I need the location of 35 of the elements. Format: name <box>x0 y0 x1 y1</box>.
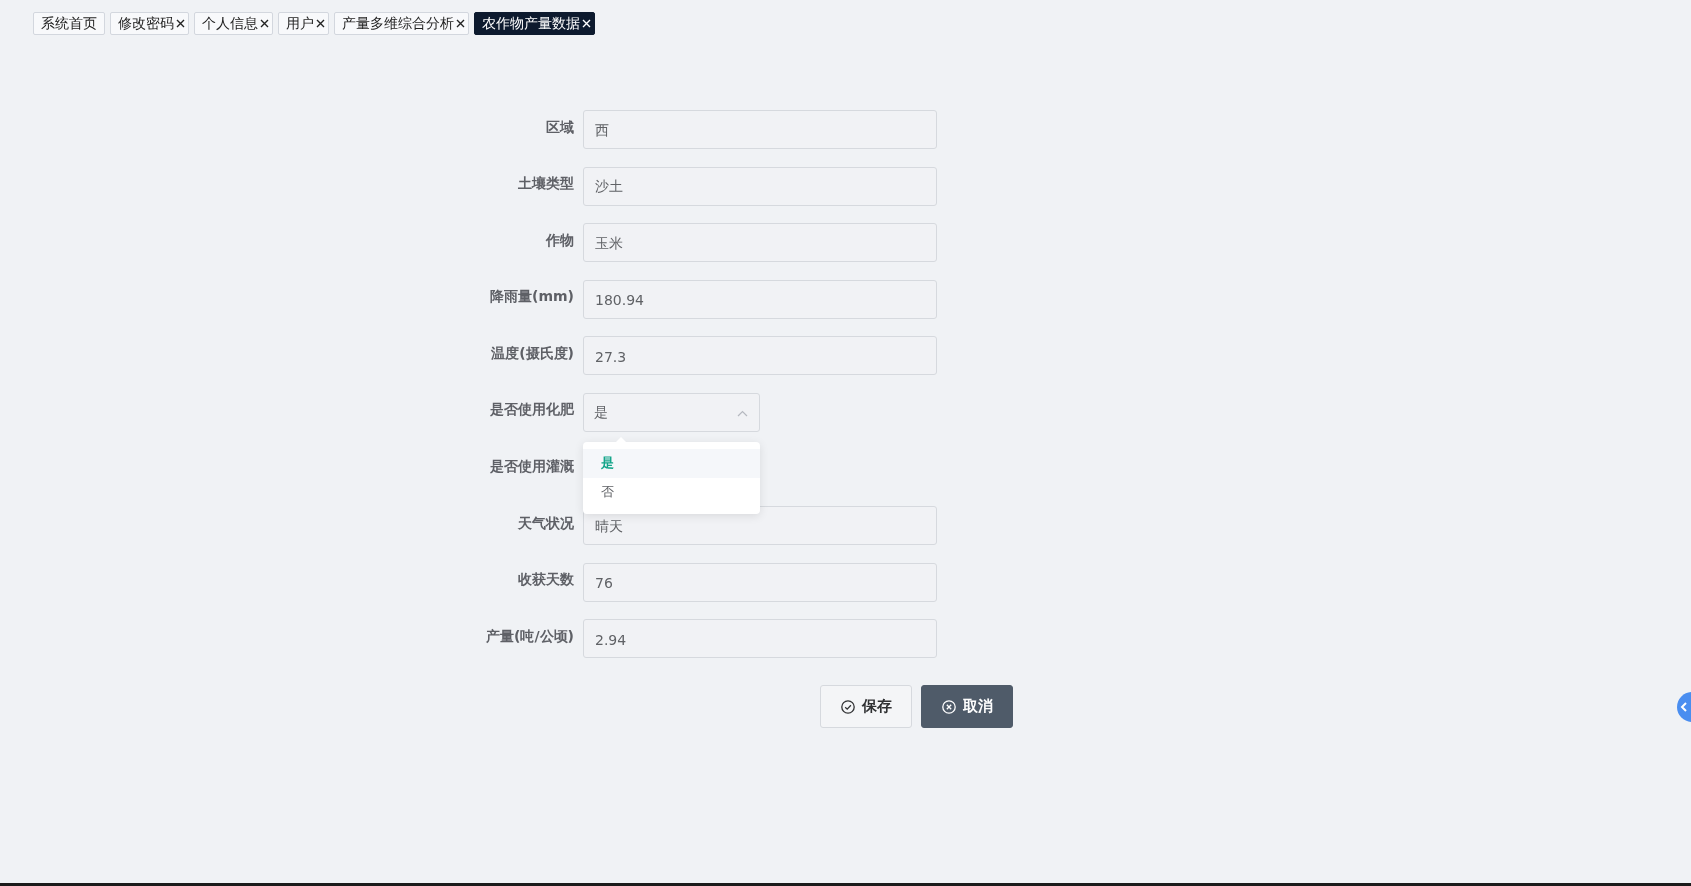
input-field[interactable]: 西 <box>583 110 937 149</box>
field-label: 收获天数 <box>518 571 574 590</box>
field-label: 土壤类型 <box>518 175 574 194</box>
input-field[interactable]: 27.3 <box>583 336 937 376</box>
input-field[interactable]: 76 <box>583 562 937 602</box>
close-icon[interactable] <box>316 19 325 28</box>
field-label: 温度(摄氏度) <box>491 344 574 363</box>
field-label: 天气状况 <box>518 514 574 533</box>
input-field[interactable]: 玉米 <box>583 223 937 263</box>
dropdown-option[interactable]: 否 <box>583 477 760 507</box>
input-field[interactable]: 180.94 <box>583 279 937 319</box>
nav-tab[interactable]: 产量多维综合分析 <box>334 12 469 35</box>
close-icon[interactable] <box>260 19 269 28</box>
close-icon[interactable] <box>456 19 465 28</box>
input-field[interactable]: 2.94 <box>583 619 937 659</box>
nav-tab[interactable]: 系统首页 <box>33 12 105 35</box>
nav-tab[interactable]: 修改密码 <box>110 12 189 35</box>
nav-tab[interactable]: 个人信息 <box>194 12 273 35</box>
nav-tab[interactable]: 用户 <box>278 12 329 35</box>
input-field[interactable]: 晴天 <box>583 506 937 546</box>
field-label: 作物 <box>546 231 574 250</box>
input-field[interactable]: 沙土 <box>583 166 937 206</box>
close-circle-icon <box>941 699 956 714</box>
check-circle-icon <box>840 699 855 714</box>
save-button[interactable]: 保存 <box>820 685 912 729</box>
close-icon[interactable] <box>176 19 185 28</box>
chevron-left-icon[interactable] <box>1677 692 1691 722</box>
field-label: 是否使用灌溉 <box>490 458 574 477</box>
field-label: 区域 <box>546 118 574 137</box>
cancel-button[interactable]: 取消 <box>921 685 1013 729</box>
select-field[interactable]: 是 <box>583 392 760 432</box>
nav-tab[interactable]: 农作物产量数据 <box>474 12 595 35</box>
field-label: 是否使用化肥 <box>490 401 574 420</box>
field-label: 降雨量(mm) <box>490 288 574 307</box>
field-label: 产量(吨/公顷) <box>486 627 574 646</box>
